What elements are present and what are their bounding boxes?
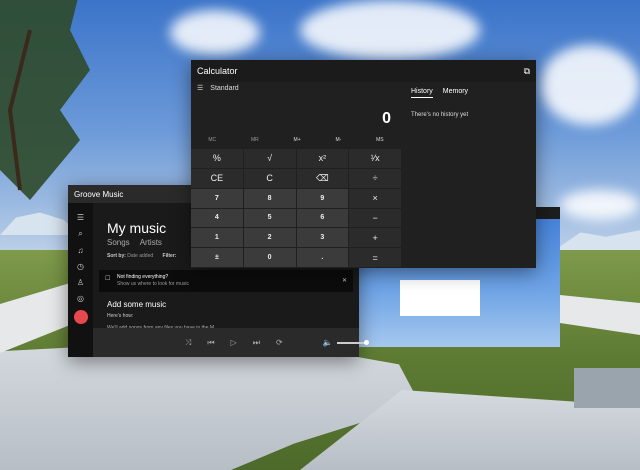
negate-key[interactable]: ± xyxy=(191,248,243,267)
tab-memory[interactable]: Memory xyxy=(443,88,468,98)
calculator-panel: ☰ Standard 0 MC MR M+ M- MS % √ x² ¹⁄x C… xyxy=(191,82,401,268)
digit-6-key[interactable]: 6 xyxy=(296,208,349,228)
memory-store-button[interactable]: MS xyxy=(376,137,384,143)
multiply-key[interactable]: × xyxy=(349,188,401,208)
calculator-title: Calculator xyxy=(197,66,238,76)
square-root-key[interactable]: √ xyxy=(243,149,296,168)
digit-1-key[interactable]: 1 xyxy=(191,228,243,248)
decimal-key[interactable]: . xyxy=(296,248,349,267)
divide-key[interactable]: ÷ xyxy=(349,168,401,188)
memory-add-button[interactable]: M+ xyxy=(294,137,301,143)
volume-icon[interactable]: 🔈 xyxy=(323,338,333,347)
add-key[interactable]: + xyxy=(349,228,401,248)
digit-0-key[interactable]: 0 xyxy=(243,248,296,267)
calculator-display: 0 xyxy=(382,110,391,127)
sort-filter-row: Sort by: Date added Filter: xyxy=(107,253,176,259)
how-text: Here's how: xyxy=(107,313,134,319)
groove-sidebar: ☰ ⌕ ♫ ◷ ♙ ◎ xyxy=(68,203,93,357)
mode-label: Standard xyxy=(210,84,239,92)
cloud xyxy=(170,10,260,55)
memory-subtract-button[interactable]: M- xyxy=(335,137,341,143)
close-icon[interactable]: ✕ xyxy=(342,277,347,284)
sort-label: Sort by: xyxy=(107,253,126,259)
volume-slider[interactable] xyxy=(336,339,369,345)
percent-key[interactable]: % xyxy=(191,149,243,168)
add-music-heading: Add some music xyxy=(107,300,167,309)
info-banner: ☐ Not finding everything? Show us where … xyxy=(99,270,353,292)
history-pane: History Memory There's no history yet xyxy=(401,82,536,268)
memory-clear-button[interactable]: MC xyxy=(208,137,216,143)
digit-4-key[interactable]: 4 xyxy=(191,208,243,228)
digit-7-key[interactable]: 7 xyxy=(191,188,243,208)
tab-songs[interactable]: Songs xyxy=(107,238,130,247)
backspace-key[interactable]: ⌫ xyxy=(296,168,349,188)
cloud xyxy=(540,45,640,125)
account-avatar-icon[interactable] xyxy=(73,310,88,324)
info-title: Not finding everything? xyxy=(117,274,169,280)
playback-bar: ⤨ ⏮ ▷ ⏭ ⟳ 🔈 xyxy=(93,328,369,357)
info-square-icon: ☐ xyxy=(105,276,111,282)
equals-key[interactable]: = xyxy=(349,248,401,267)
cloud xyxy=(300,0,480,60)
volume-control: 🔈 xyxy=(323,338,369,347)
next-icon[interactable]: ⏭ xyxy=(253,338,260,348)
tree xyxy=(0,0,90,200)
keypad: % √ x² ¹⁄x CE C ⌫ ÷ 7 8 9 × 4 5 6 − 1 2 … xyxy=(191,149,401,267)
digit-5-key[interactable]: 5 xyxy=(243,208,296,228)
previous-icon[interactable]: ⏮ xyxy=(207,338,214,348)
calculator-window: Calculator ⧉ ☰ Standard 0 MC MR M+ M- MS… xyxy=(191,60,536,268)
clear-key[interactable]: C xyxy=(243,168,296,188)
compact-overlay-icon[interactable]: ⧉ xyxy=(524,66,530,77)
person-icon[interactable]: ♙ xyxy=(77,278,84,287)
reciprocal-key[interactable]: ¹⁄x xyxy=(349,149,401,168)
play-icon[interactable]: ▷ xyxy=(231,338,237,348)
panel-card xyxy=(400,280,480,316)
info-link[interactable]: Show us where to look for music xyxy=(117,281,189,287)
sort-dropdown[interactable]: Date added xyxy=(127,253,153,259)
playback-controls: ⤨ ⏮ ▷ ⏭ ⟳ xyxy=(185,338,283,348)
repeat-icon[interactable]: ⟳ xyxy=(276,338,283,348)
hamburger-icon[interactable]: ☰ xyxy=(197,84,203,92)
mode-row: ☰ Standard xyxy=(197,84,239,93)
recent-icon[interactable]: ◷ xyxy=(77,262,84,271)
history-tabs: History Memory xyxy=(411,88,468,98)
digit-8-key[interactable]: 8 xyxy=(243,188,296,208)
memory-row: MC MR M+ M- MS xyxy=(191,137,401,143)
cloud xyxy=(560,190,640,220)
tab-artists[interactable]: Artists xyxy=(140,238,162,247)
hamburger-icon[interactable]: ☰ xyxy=(77,213,84,222)
shuffle-icon[interactable]: ⤨ xyxy=(185,338,191,348)
wall xyxy=(574,368,640,408)
square-key[interactable]: x² xyxy=(296,149,349,168)
groove-title: Groove Music xyxy=(74,189,124,199)
memory-recall-button[interactable]: MR xyxy=(251,137,259,143)
music-note-icon[interactable]: ♫ xyxy=(78,246,84,255)
history-empty-message: There's no history yet xyxy=(411,112,469,118)
tab-history[interactable]: History xyxy=(411,88,433,98)
clear-entry-key[interactable]: CE xyxy=(191,168,243,188)
music-subtabs: Songs Artists xyxy=(107,238,162,247)
page-title: My music xyxy=(107,220,167,236)
filter-label[interactable]: Filter: xyxy=(163,253,177,259)
subtract-key[interactable]: − xyxy=(349,208,401,228)
radio-icon[interactable]: ◎ xyxy=(77,294,84,303)
search-icon[interactable]: ⌕ xyxy=(78,229,82,239)
digit-2-key[interactable]: 2 xyxy=(243,228,296,248)
digit-3-key[interactable]: 3 xyxy=(296,228,349,248)
calculator-titlebar[interactable]: Calculator ⧉ xyxy=(191,60,536,82)
digit-9-key[interactable]: 9 xyxy=(296,188,349,208)
